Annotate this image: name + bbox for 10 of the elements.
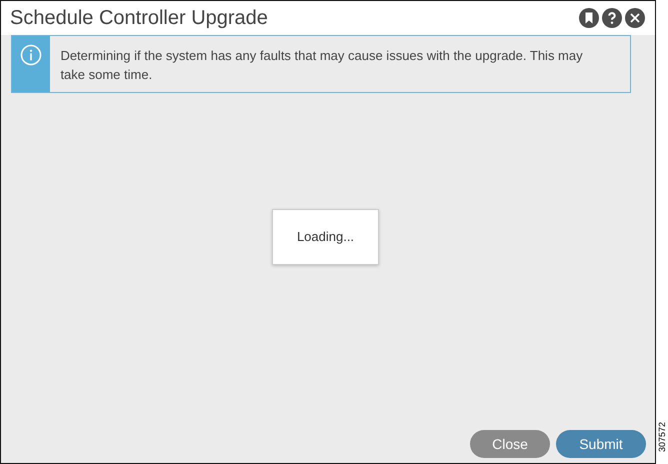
loading-text: Loading... [296,229,354,244]
bookmark-icon[interactable] [579,8,599,28]
info-icon [20,44,42,66]
help-icon[interactable] [602,8,622,28]
info-message: Determining if the system has any faults that may cause issues with the upgrade. This may take some time. [59,47,584,84]
close-icon[interactable] [625,8,645,28]
window-title: Schedule Controller Upgrade [10,6,268,30]
close-button[interactable]: Close [470,430,550,458]
figure-number: 307572 [657,422,667,452]
submit-button[interactable]: Submit [556,430,646,458]
